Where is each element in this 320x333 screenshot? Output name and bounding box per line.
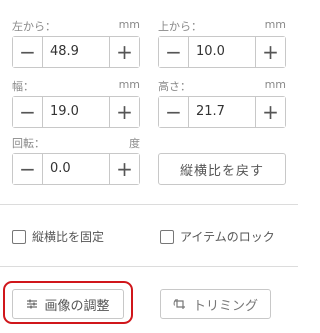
top-position-field: 上から： mm − 10.0 +	[158, 16, 286, 68]
rotation-field: 回転： 度 − 0.0 +	[12, 133, 140, 185]
rotation-label: 回転：	[12, 137, 45, 150]
divider	[0, 266, 298, 267]
height-label: 高さ：	[158, 80, 191, 93]
trim-button[interactable]: トリミング	[160, 289, 271, 319]
trim-label: トリミング	[192, 298, 258, 314]
checkbox-box[interactable]	[160, 229, 174, 244]
crop-rotate-icon	[173, 299, 185, 309]
width-increment-button[interactable]: +	[109, 97, 139, 127]
width-header: 幅： mm	[12, 76, 140, 96]
reset-aspect-ratio-button[interactable]: 縦横比を戻す	[158, 153, 286, 185]
checkbox-box[interactable]	[12, 229, 26, 244]
top-position-increment-button[interactable]: +	[255, 37, 285, 67]
height-decrement-button[interactable]: −	[159, 97, 189, 127]
width-label: 幅：	[12, 80, 34, 93]
left-position-header: 左から： mm	[12, 16, 140, 36]
width-field: 幅： mm − 19.0 +	[12, 76, 140, 128]
rotation-input[interactable]: 0.0	[44, 154, 108, 184]
height-header: 高さ： mm	[158, 76, 286, 96]
height-increment-button[interactable]: +	[255, 97, 285, 127]
image-adjust-button[interactable]: 画像の調整	[12, 289, 124, 319]
left-position-unit: mm	[118, 18, 140, 31]
top-position-label: 上から：	[158, 20, 202, 33]
lock-item-label: アイテムのロック	[180, 230, 275, 244]
top-position-decrement-button[interactable]: −	[159, 37, 189, 67]
width-input[interactable]: 19.0	[44, 97, 108, 127]
left-position-label: 左から：	[12, 20, 56, 33]
top-position-input[interactable]: 10.0	[190, 37, 254, 67]
lock-aspect-ratio-checkbox[interactable]: 縦横比を固定	[12, 228, 104, 245]
lock-aspect-ratio-label: 縦横比を固定	[32, 230, 105, 244]
rotation-decrement-button[interactable]: −	[13, 154, 43, 184]
height-field: 高さ： mm − 21.7 +	[158, 76, 286, 128]
rotation-increment-button[interactable]: +	[109, 154, 139, 184]
top-position-unit: mm	[264, 18, 286, 31]
rotation-header: 回転： 度	[12, 133, 140, 153]
width-stepper: − 19.0 +	[12, 96, 140, 128]
top-position-stepper: − 10.0 +	[158, 36, 286, 68]
rotation-stepper: − 0.0 +	[12, 153, 140, 185]
lock-item-checkbox[interactable]: アイテムのロック	[160, 228, 275, 245]
divider	[0, 204, 298, 205]
left-position-input[interactable]: 48.9	[44, 37, 108, 67]
sliders-icon	[27, 299, 38, 309]
left-position-stepper: − 48.9 +	[12, 36, 140, 68]
left-position-increment-button[interactable]: +	[109, 37, 139, 67]
image-adjust-label: 画像の調整	[44, 298, 110, 314]
width-decrement-button[interactable]: −	[13, 97, 43, 127]
rotation-unit: 度	[129, 137, 140, 150]
top-position-header: 上から： mm	[158, 16, 286, 36]
height-unit: mm	[264, 78, 286, 91]
left-position-field: 左から： mm − 48.9 +	[12, 16, 140, 68]
height-stepper: − 21.7 +	[158, 96, 286, 128]
width-unit: mm	[118, 78, 140, 91]
left-position-decrement-button[interactable]: −	[13, 37, 43, 67]
height-input[interactable]: 21.7	[190, 97, 254, 127]
